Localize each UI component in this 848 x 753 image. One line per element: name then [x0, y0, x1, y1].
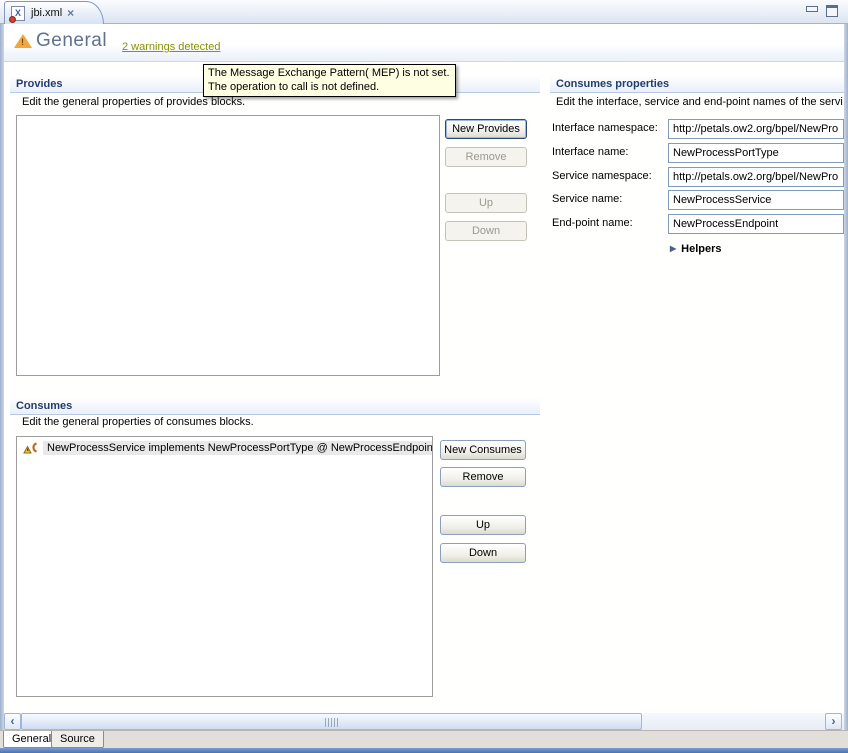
consumes-down-button[interactable]: Down — [440, 543, 526, 563]
xml-icon-dot — [9, 16, 16, 23]
horizontal-scrollbar[interactable]: ‹ › — [4, 712, 844, 730]
service-name-input[interactable] — [668, 190, 844, 210]
scroll-left-icon[interactable]: ‹ — [4, 713, 21, 730]
endpoint-name-label: End-point name: — [552, 217, 633, 229]
provides-section-title: Provides — [16, 78, 62, 90]
page-title: General — [36, 30, 107, 52]
consumes-section-band — [10, 398, 540, 415]
consume-warning-icon — [23, 440, 40, 456]
service-namespace-input[interactable] — [668, 167, 844, 187]
consumes-item-label: NewProcessService implements NewProcessP… — [43, 441, 433, 455]
consumes-list[interactable]: NewProcessService implements NewProcessP… — [16, 436, 433, 697]
consumes-remove-button[interactable]: Remove — [440, 467, 526, 487]
validation-tooltip: The Message Exchange Pattern( MEP) is no… — [203, 64, 456, 97]
provides-section-description: Edit the general properties of provides … — [22, 96, 442, 108]
provides-down-button: Down — [445, 221, 527, 241]
consumes-section-title: Consumes — [16, 400, 72, 412]
editor-tab-label: jbi.xml — [31, 7, 62, 19]
provides-list[interactable] — [16, 115, 440, 376]
form-editor: ! General 2 warnings detected Provides E… — [4, 24, 844, 712]
scrollbar-thumb[interactable] — [21, 713, 642, 730]
chevron-right-icon: ▶ — [670, 244, 676, 253]
close-icon[interactable]: × — [67, 7, 74, 19]
endpoint-name-input[interactable] — [668, 214, 844, 234]
interface-name-input[interactable] — [668, 143, 844, 163]
editor-tab-jbi-xml[interactable]: X jbi.xml × — [4, 1, 104, 24]
new-consumes-button[interactable]: New Consumes — [440, 440, 526, 460]
editor-window: X jbi.xml × ! General 2 warnings detecte… — [0, 0, 848, 753]
xml-icon-letter: X — [15, 8, 21, 18]
consumes-up-button[interactable]: Up — [440, 515, 526, 535]
provides-up-button: Up — [445, 193, 527, 213]
editor-tabbar: X jbi.xml × — [0, 0, 848, 24]
form-header: ! General 2 warnings detected — [4, 24, 844, 62]
interface-namespace-label: Interface namespace: — [552, 122, 658, 134]
view-buttons — [806, 5, 838, 17]
provides-remove-button: Remove — [445, 147, 527, 167]
helpers-label: Helpers — [681, 243, 721, 255]
interface-name-label: Interface name: — [552, 146, 628, 158]
minimize-icon[interactable] — [806, 6, 818, 12]
scrollbar-grip — [325, 718, 339, 727]
warnings-link[interactable]: 2 warnings detected — [122, 41, 220, 53]
service-namespace-label: Service namespace: — [552, 170, 652, 182]
page-tabbar: General Source — [0, 730, 848, 748]
interface-namespace-input[interactable] — [668, 119, 844, 139]
xml-file-icon: X — [11, 6, 25, 21]
window-frame-bottom — [0, 748, 848, 753]
scroll-right-icon[interactable]: › — [825, 713, 842, 730]
new-provides-button[interactable]: New Provides — [445, 119, 527, 139]
warning-icon: ! — [14, 33, 32, 48]
tab-source[interactable]: Source — [51, 731, 104, 748]
consumes-list-item[interactable]: NewProcessService implements NewProcessP… — [23, 440, 430, 456]
maximize-icon[interactable] — [826, 5, 838, 17]
tooltip-line-1: The Message Exchange Pattern( MEP) is no… — [208, 66, 450, 80]
consumes-properties-description: Edit the interface, service and end-poin… — [556, 96, 844, 108]
window-frame-right — [844, 24, 848, 748]
consumes-section-description: Edit the general properties of consumes … — [22, 416, 442, 428]
helpers-section-toggle[interactable]: ▶ Helpers — [670, 243, 722, 255]
tooltip-line-2: The operation to call is not defined. — [208, 80, 450, 94]
consumes-properties-title: Consumes properties — [556, 78, 669, 90]
service-name-label: Service name: — [552, 193, 622, 205]
